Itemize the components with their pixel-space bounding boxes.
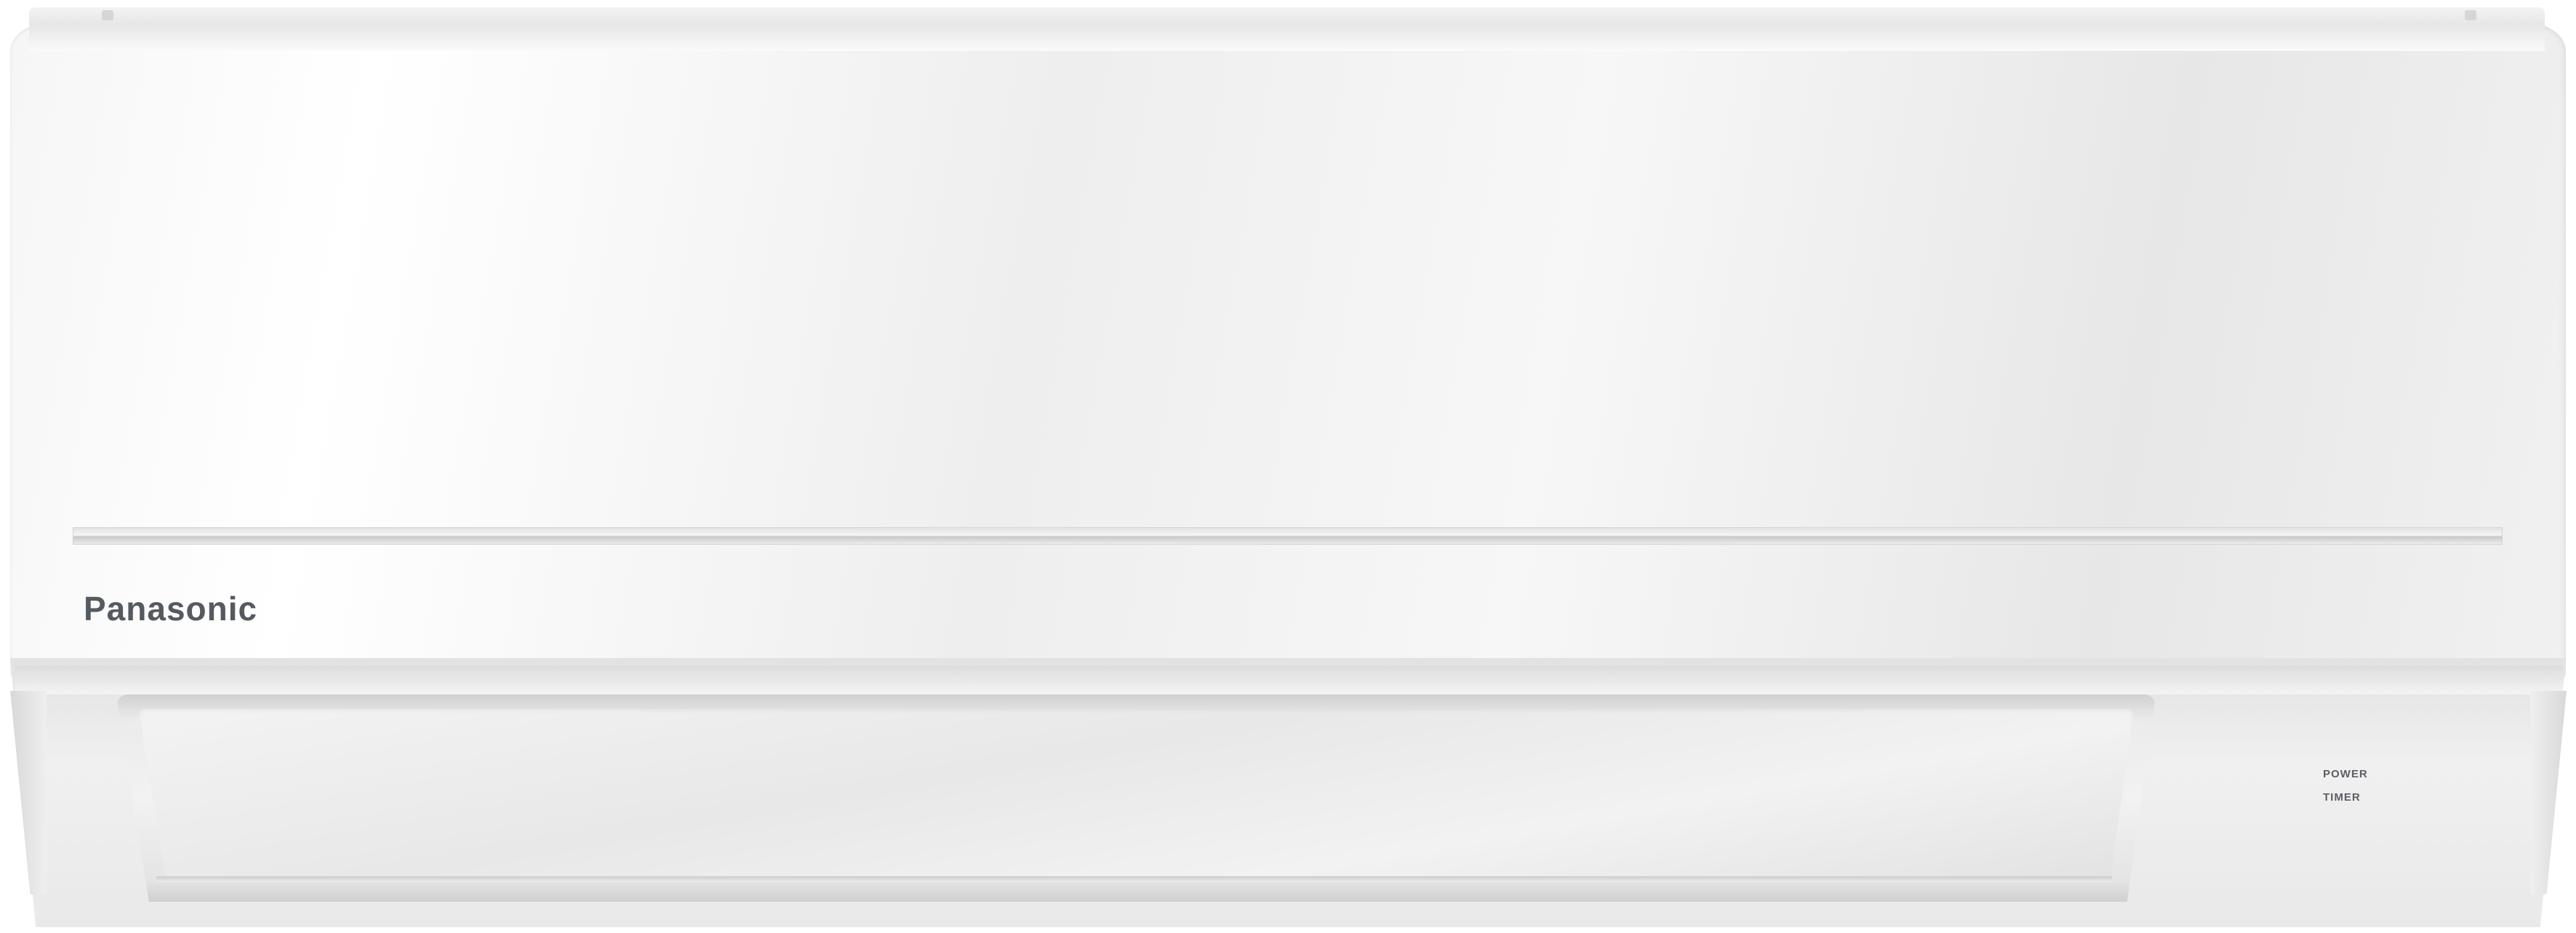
silver-accent-line [73,527,2503,545]
side-panel-right [2530,691,2567,894]
air-conditioner-unit: Panasonic POWER TIMER [0,0,2576,933]
lower-ledge [15,665,2563,694]
brand-logo: Panasonic [84,590,258,628]
side-panel-left [10,691,47,894]
front-panel [10,22,2566,680]
air-outlet-louver [138,709,2134,880]
louver-bottom-edge [156,876,2112,882]
timer-indicator-label: TIMER [2323,791,2361,804]
top-intake-lip [29,7,2545,51]
top-notch-right [2465,10,2476,20]
power-indicator-label: POWER [2323,768,2368,780]
top-notch-left [102,10,113,20]
